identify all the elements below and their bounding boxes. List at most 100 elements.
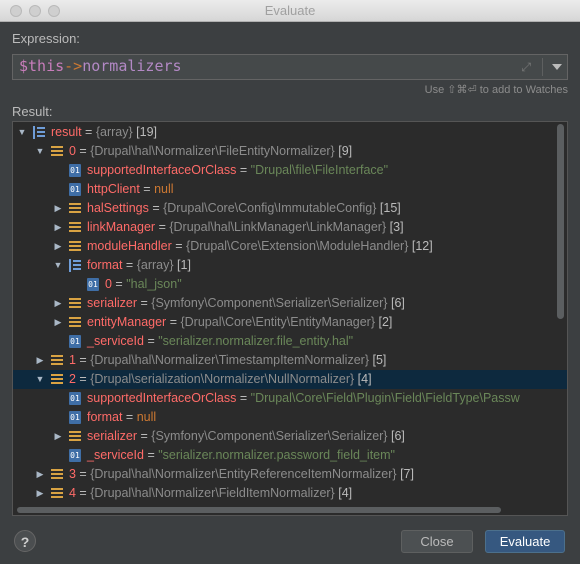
result-tree[interactable]: ▶ 4 = {Drupal\hal\Normalizer\FieldItemNor… — [12, 121, 568, 516]
tree-row-text: serializer = {Symfony\Component\Serializ… — [87, 294, 405, 313]
variable-value: "serializer.normalizer.password_field_it… — [158, 448, 395, 462]
tree-row-text: 0 = "hal_json" — [105, 275, 182, 294]
variable-value: null — [154, 182, 174, 196]
equals-sign: = — [75, 467, 91, 481]
object-icon — [69, 222, 81, 233]
tree-row-text: entityManager = {Drupal\Core\Entity\Enti… — [87, 313, 392, 332]
equals-sign: = — [236, 163, 251, 177]
primitive-icon: 01 — [69, 449, 81, 462]
tree-row[interactable]: 01 _serviceId = "serializer.normalizer.pa… — [13, 446, 567, 465]
variable-name: 4 — [69, 486, 76, 500]
tree-row[interactable]: ▼ 2 = {Drupal\serialization\Normalizer\Nu… — [13, 370, 567, 389]
collapse-arrow-icon[interactable]: ▼ — [17, 123, 27, 142]
tree-row-text: moduleHandler = {Drupal\Core\Extension\M… — [87, 237, 433, 256]
horizontal-scrollbar[interactable] — [17, 507, 501, 513]
child-count: [4] — [357, 372, 372, 386]
tree-row-text: halSettings = {Drupal\Core\Config\Immuta… — [87, 199, 401, 218]
tree-row-text: format = {array} [1] — [87, 256, 191, 275]
tree-row[interactable]: ▶ moduleHandler = {Drupal\Core\Extension\… — [13, 237, 567, 256]
collapse-arrow-icon[interactable]: ▼ — [35, 142, 45, 161]
variable-type: {Symfony\Component\Serializer\Serializer… — [151, 429, 388, 443]
expression-input[interactable]: $this->normalizers ⤢ — [12, 54, 568, 80]
tree-row[interactable]: ▼ result = {array} [19] — [13, 123, 567, 142]
help-button[interactable]: ? — [14, 530, 36, 552]
object-icon — [51, 469, 63, 480]
equals-sign: = — [137, 296, 152, 310]
expand-arrow-icon[interactable]: ▶ — [35, 484, 45, 503]
tree-row[interactable]: ▶ 4 = {Drupal\hal\Normalizer\FieldItemNor… — [13, 484, 567, 503]
history-dropdown-icon[interactable] — [552, 64, 562, 70]
collapse-arrow-icon[interactable]: ▼ — [53, 256, 63, 275]
evaluate-button[interactable]: Evaluate — [485, 530, 565, 553]
expand-arrow-icon[interactable]: ▶ — [53, 237, 63, 256]
collapse-arrow-icon[interactable]: ▼ — [35, 370, 45, 389]
tree-row[interactable]: 01 supportedInterfaceOrClass = "Drupal\Co… — [13, 389, 567, 408]
variable-name: halSettings — [87, 201, 149, 215]
expand-arrow-icon[interactable]: ▶ — [35, 351, 45, 370]
equals-sign: = — [139, 182, 155, 196]
expand-arrow-icon[interactable]: ▶ — [53, 199, 63, 218]
variable-name: 1 — [69, 353, 76, 367]
variable-name: serializer — [87, 296, 138, 310]
tree-row-text: result = {array} [19] — [51, 123, 157, 142]
primitive-icon: 01 — [69, 183, 81, 196]
expand-arrow-icon[interactable]: ▶ — [53, 294, 63, 313]
title-bar: Evaluate — [0, 0, 580, 22]
variable-name: linkManager — [87, 220, 156, 234]
vertical-scrollbar[interactable] — [557, 124, 564, 319]
variable-type: {Symfony\Component\Serializer\Serializer… — [151, 296, 388, 310]
child-count: [5] — [372, 353, 387, 367]
variable-name: supportedInterfaceOrClass — [87, 163, 237, 177]
variable-name: 2 — [69, 372, 76, 386]
tree-row-text: supportedInterfaceOrClass = "Drupal\file… — [87, 161, 388, 180]
tree-row[interactable]: 01 supportedInterfaceOrClass = "Drupal\fi… — [13, 161, 567, 180]
child-count: [3] — [389, 220, 404, 234]
variable-type: {Drupal\hal\Normalizer\FieldItemNormaliz… — [90, 486, 335, 500]
child-count: [6] — [390, 429, 405, 443]
tree-row[interactable]: ▶ entityManager = {Drupal\Core\Entity\Ent… — [13, 313, 567, 332]
tree-row[interactable]: ▼ format = {array} [1] — [13, 256, 567, 275]
expand-arrow-icon[interactable]: ▶ — [53, 313, 63, 332]
variable-value: "hal_json" — [126, 277, 182, 291]
tree-row[interactable]: ▶ 3 = {Drupal\hal\Normalizer\EntityRefere… — [13, 465, 567, 484]
child-count: [7] — [400, 467, 414, 481]
variable-value: "Drupal\file\FileInterface" — [250, 163, 389, 177]
variable-name: result — [51, 125, 82, 139]
tree-row[interactable]: ▶ linkManager = {Drupal\hal\LinkManager\L… — [13, 218, 567, 237]
expression-variable: $this — [19, 57, 65, 75]
tree-row[interactable]: ▶ halSettings = {Drupal\Core\Config\Immut… — [13, 199, 567, 218]
expression-member: normalizers — [82, 57, 182, 75]
variable-name: 0 — [105, 277, 112, 291]
expand-editor-icon[interactable]: ⤢ — [521, 60, 531, 75]
expression-text: $this->normalizers — [19, 57, 182, 75]
equals-sign: = — [137, 429, 152, 443]
tree-row[interactable]: ▶ serializer = {Symfony\Component\Seriali… — [13, 294, 567, 313]
tree-row[interactable]: 01 httpClient = null — [13, 180, 567, 199]
expression-label: Expression: — [12, 31, 80, 46]
expression-arrow: -> — [64, 57, 83, 75]
tree-row-text: linkManager = {Drupal\hal\LinkManager\Li… — [87, 218, 404, 237]
equals-sign: = — [75, 353, 91, 367]
variable-type: {Drupal\hal\Normalizer\TimestampItemNorm… — [90, 353, 369, 367]
expand-arrow-icon[interactable]: ▶ — [35, 465, 45, 484]
expand-arrow-icon[interactable]: ▶ — [53, 218, 63, 237]
tree-row[interactable]: ▶ 1 = {Drupal\hal\Normalizer\TimestampIte… — [13, 351, 567, 370]
tree-row-text: httpClient = null — [87, 180, 174, 199]
object-icon — [51, 146, 63, 157]
tree-row[interactable]: 01 0 = "hal_json" — [13, 275, 567, 294]
close-button[interactable]: Close — [401, 530, 473, 553]
variable-name: supportedInterfaceOrClass — [87, 391, 237, 405]
object-icon — [51, 488, 63, 499]
tree-row[interactable]: 01 format = null — [13, 408, 567, 427]
tree-row[interactable]: ▶ serializer = {Symfony\Component\Seriali… — [13, 427, 567, 446]
object-icon — [69, 431, 81, 442]
primitive-icon: 01 — [69, 335, 81, 348]
variable-name: entityManager — [87, 315, 167, 329]
child-count: [1] — [177, 258, 191, 272]
variable-type: {Drupal\Core\Extension\ModuleHandler} — [186, 239, 409, 253]
tree-row-text: 1 = {Drupal\hal\Normalizer\TimestampItem… — [69, 351, 386, 370]
variable-value: "Drupal\Core\Field\Plugin\Field\FieldTyp… — [250, 391, 520, 405]
expand-arrow-icon[interactable]: ▶ — [53, 427, 63, 446]
tree-row[interactable]: ▼ 0 = {Drupal\hal\Normalizer\FileEntityNo… — [13, 142, 567, 161]
tree-row[interactable]: 01 _serviceId = "serializer.normalizer.fi… — [13, 332, 567, 351]
